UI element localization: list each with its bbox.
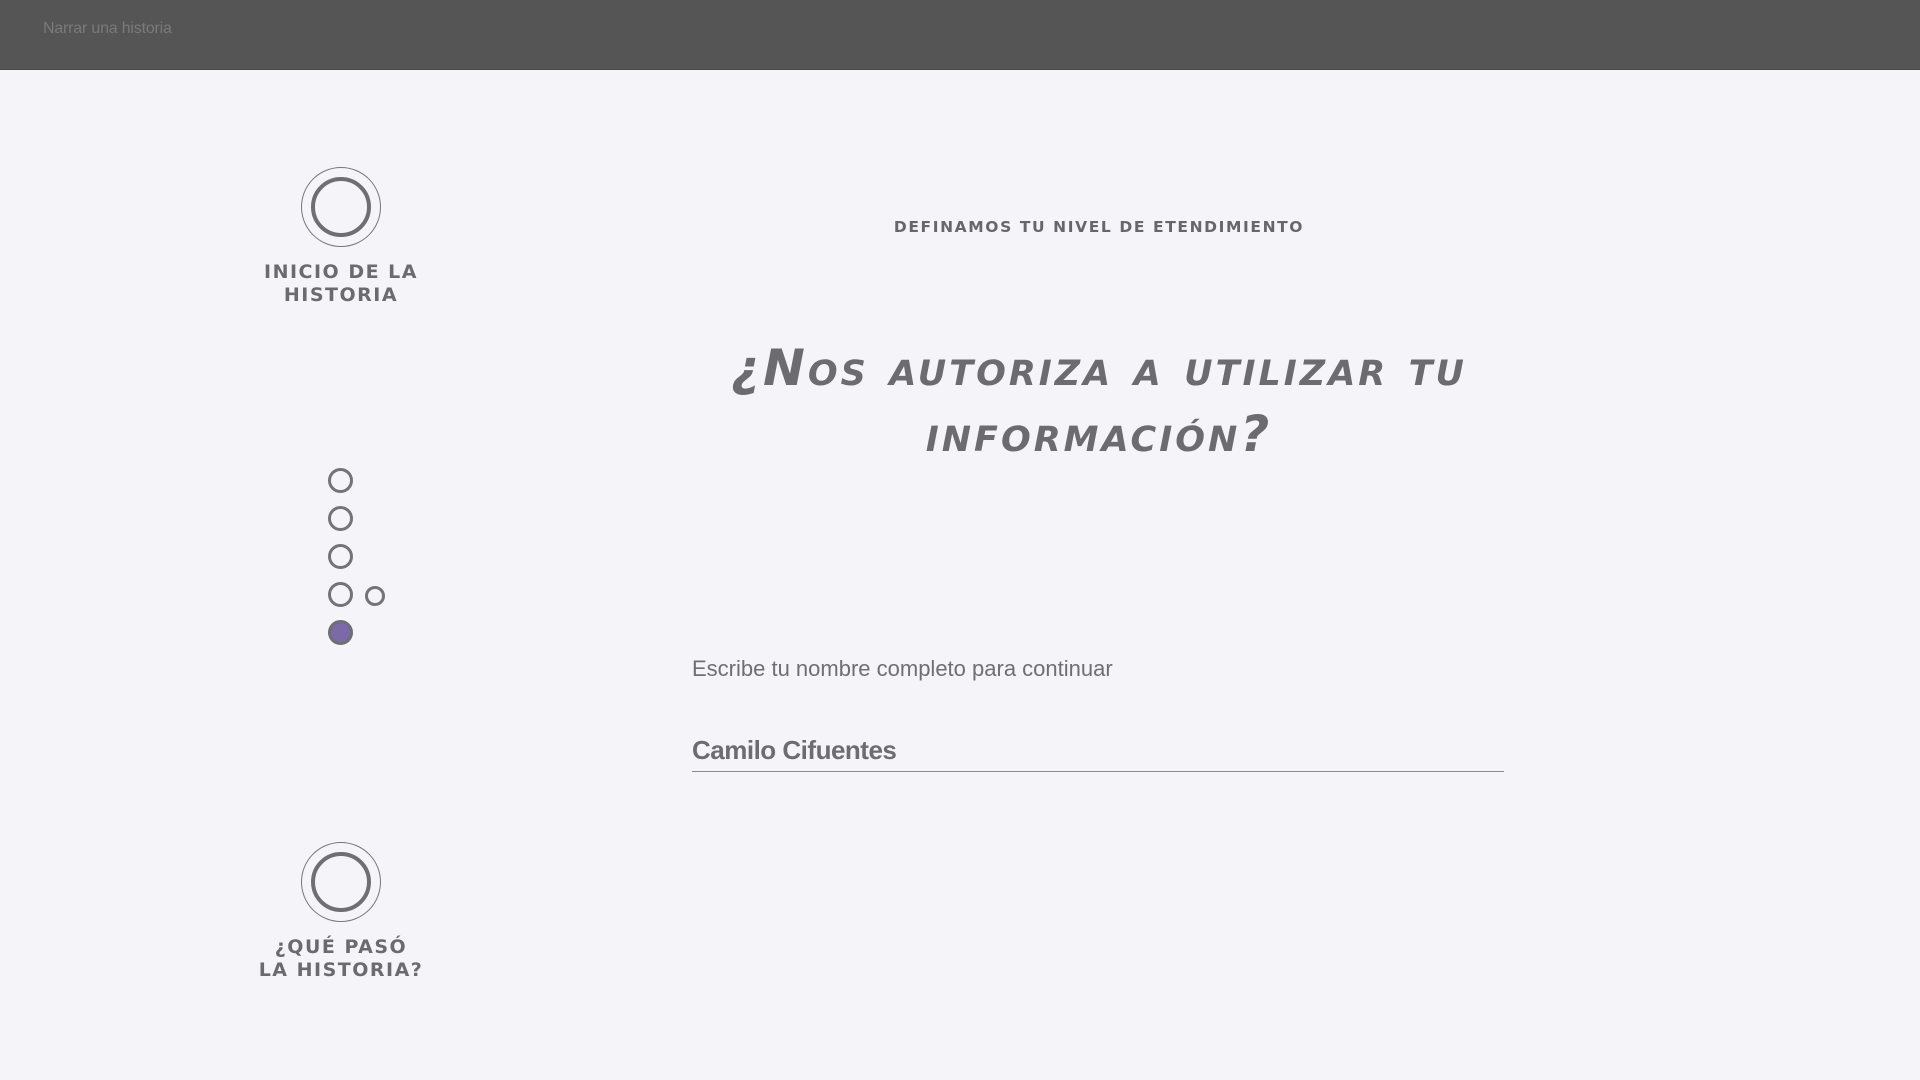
substep-dot[interactable] bbox=[365, 586, 385, 606]
milestone-start-inner-ring bbox=[311, 177, 371, 237]
milestone-start[interactable]: INICIO DE LA HISTORIA bbox=[241, 167, 441, 307]
milestone-start-ring-icon bbox=[301, 167, 381, 247]
milestone-end[interactable]: ¿QUÉ PASÓ LA HISTORIA? bbox=[241, 842, 441, 982]
milestone-end-ring-icon bbox=[301, 842, 381, 922]
milestone-end-label: ¿QUÉ PASÓ LA HISTORIA? bbox=[258, 936, 424, 981]
milestone-start-label: INICIO DE LA HISTORIA bbox=[264, 261, 418, 306]
step-dot-2[interactable] bbox=[328, 506, 353, 531]
name-instruction: Escribe tu nombre completo para continua… bbox=[692, 656, 1113, 681]
question-title: ¿Nos autoriza a utilizar tu información? bbox=[731, 339, 1467, 463]
step-dot-current[interactable] bbox=[328, 620, 353, 645]
section-subheading: DEFINAMOS TU NIVEL DE ETENDIMIENTO bbox=[893, 218, 1305, 236]
full-name-input[interactable] bbox=[692, 730, 1504, 772]
app-title: Narrar una historia bbox=[43, 20, 172, 37]
top-bar: Narrar una historia bbox=[0, 0, 1920, 70]
step-dot-3[interactable] bbox=[328, 544, 353, 569]
milestone-end-inner-ring bbox=[311, 852, 371, 912]
step-dot-1[interactable] bbox=[328, 468, 353, 493]
step-dot-4[interactable] bbox=[328, 582, 353, 607]
